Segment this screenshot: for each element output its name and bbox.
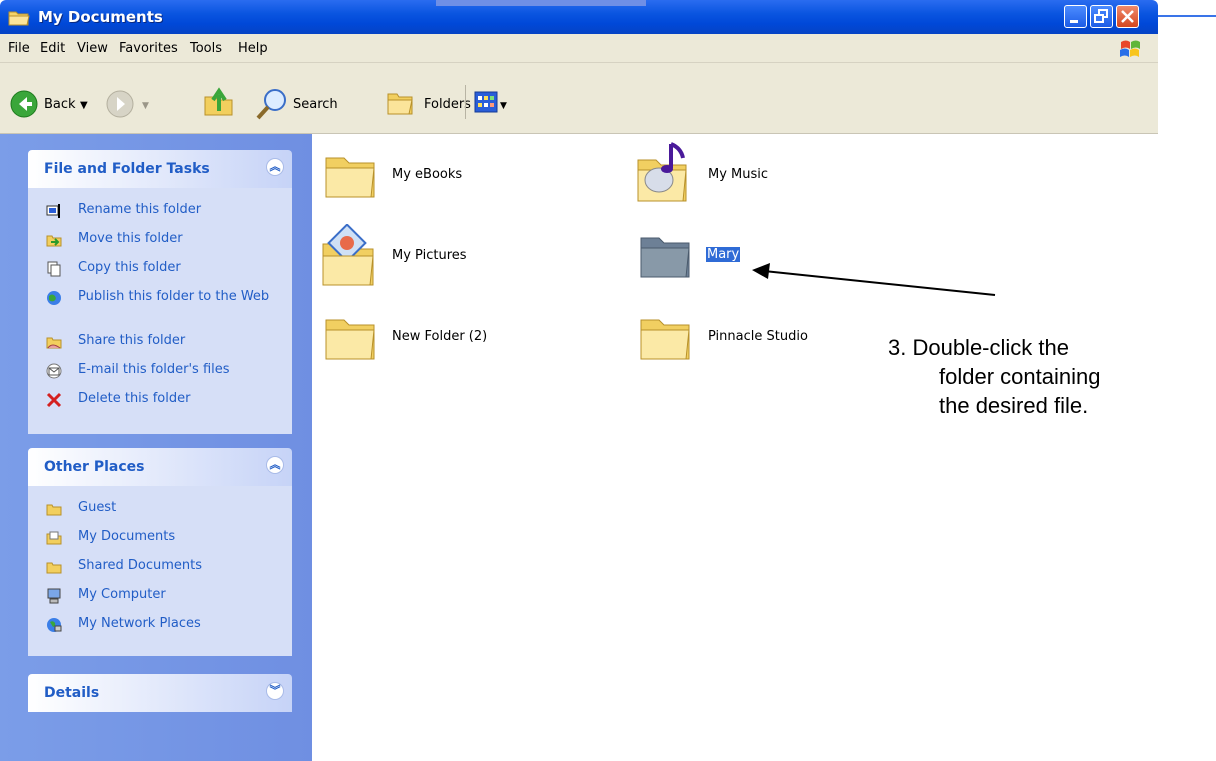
tasks-panel-body: Rename this folder Move this folder Copy…	[28, 188, 292, 434]
folders-icon	[387, 93, 413, 115]
title-bar-tab	[436, 0, 646, 6]
menu-favorites[interactable]: Favorites	[119, 41, 178, 56]
title-bar[interactable]: My Documents	[0, 0, 1158, 34]
folder-icon	[46, 562, 62, 574]
forward-dropdown-icon[interactable]: ▼	[142, 101, 149, 111]
up-folder-icon[interactable]	[202, 85, 236, 119]
menu-file[interactable]: File	[8, 41, 30, 56]
move-folder-icon	[46, 235, 62, 247]
share-folder-icon	[46, 337, 62, 349]
folder-label: New Folder (2)	[392, 329, 488, 344]
close-button[interactable]	[1116, 5, 1139, 28]
delete-icon	[46, 392, 62, 408]
folder-icon	[325, 157, 375, 198]
documents-folder-icon	[46, 531, 62, 545]
tasks-panel-header[interactable]: File and Folder Tasks ︽	[28, 150, 292, 188]
annotation-text: 3. Double-click the folder containing th…	[888, 335, 1101, 418]
folder-icon	[46, 504, 62, 516]
expand-chevron-icon[interactable]: ︾	[266, 682, 284, 700]
collapse-chevron-icon[interactable]: ︽	[266, 456, 284, 474]
back-label: Back	[44, 97, 76, 112]
network-places-icon	[47, 618, 62, 632]
task-pane: File and Folder Tasks ︽ Rename this fold…	[0, 134, 312, 761]
folder-icon	[325, 319, 375, 360]
folder-icon	[8, 11, 30, 26]
copy-icon	[47, 261, 61, 277]
pictures-folder-icon	[322, 224, 374, 286]
back-dropdown-icon[interactable]: ▼	[80, 100, 88, 111]
toolbar-separator	[465, 85, 466, 119]
close-icon	[1121, 10, 1134, 23]
restore-button[interactable]	[1090, 5, 1113, 28]
folder-label: My Music	[708, 167, 769, 182]
folders-label: Folders	[424, 97, 471, 112]
search-label: Search	[293, 97, 338, 112]
forward-arrow-icon[interactable]	[106, 90, 134, 118]
collapse-chevron-icon[interactable]: ︽	[266, 158, 284, 176]
back-arrow-icon	[10, 90, 38, 118]
details-panel-header[interactable]: Details ︾	[28, 674, 292, 712]
rename-icon	[46, 204, 60, 218]
minimize-button[interactable]	[1064, 5, 1087, 28]
menu-edit[interactable]: Edit	[40, 41, 65, 56]
folder-label: Mary	[706, 247, 741, 262]
places-panel-title: Other Places	[44, 459, 145, 475]
menu-bar: File Edit View Favorites Tools Help	[0, 34, 1158, 63]
minimize-icon	[1070, 20, 1078, 23]
decorative-line	[1158, 15, 1216, 17]
restore-icon	[1094, 9, 1108, 23]
window-title: My Documents	[38, 8, 163, 26]
folder-label: Pinnacle Studio	[708, 329, 808, 344]
search-icon	[256, 89, 286, 120]
folder-label: My Pictures	[392, 248, 467, 263]
places-panel-header[interactable]: Other Places ︽	[28, 448, 292, 486]
menu-view[interactable]: View	[77, 41, 108, 56]
email-icon	[46, 363, 62, 379]
views-icon	[474, 91, 498, 113]
menu-tools[interactable]: Tools	[190, 41, 222, 56]
computer-icon	[47, 588, 61, 604]
folder-icon	[640, 319, 690, 360]
menu-help[interactable]: Help	[238, 41, 268, 56]
explorer-window: My Documents File Edit View Favorites To…	[0, 0, 1158, 761]
places-panel-body: Guest My Documents Shared Documents My C…	[28, 486, 292, 656]
tasks-panel-title: File and Folder Tasks	[44, 161, 210, 177]
folder-icon	[640, 237, 690, 278]
views-dropdown-icon: ▼	[500, 101, 507, 111]
toolbar: Back ▼ ▼ Search Folders ▼	[0, 63, 1158, 134]
music-folder-icon	[637, 142, 687, 202]
windows-logo-icon	[1120, 40, 1140, 57]
annotation-arrow	[752, 263, 996, 296]
folder-label: My eBooks	[392, 167, 463, 182]
details-panel-title: Details	[44, 685, 100, 701]
globe-icon	[47, 291, 61, 305]
